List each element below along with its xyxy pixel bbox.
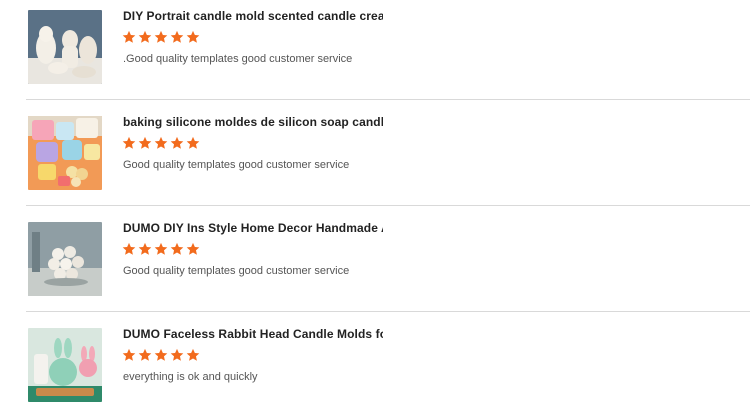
review-comment: .Good quality templates good customer se… [123,53,353,65]
star-icon [122,30,136,43]
product-title[interactable]: baking silicone moldes de silicon soap c… [123,115,383,129]
white-bubble-candle-photo [28,222,102,296]
review-item: baking silicone moldes de silicon soap c… [0,106,750,206]
product-image[interactable] [28,116,102,190]
product-image[interactable] [28,328,102,402]
product-image[interactable] [28,10,102,84]
review-item: DUMO DIY Ins Style Home Decor Handmade A… [0,212,750,312]
divider [26,205,750,206]
star-icon [138,348,152,361]
star-rating [122,348,200,364]
review-item: DUMO Faceless Rabbit Head Candle Molds f… [0,318,750,418]
star-icon [154,30,168,43]
divider [26,99,750,100]
star-icon [122,136,136,149]
star-icon [186,136,200,149]
star-icon [170,348,184,361]
colorful-bubble-cube-candles-photo [28,116,102,190]
star-rating [122,30,200,46]
review-comment: Good quality templates good customer ser… [123,265,350,277]
product-title[interactable]: DUMO DIY Ins Style Home Decor Handmade A… [123,221,383,235]
product-title[interactable]: DIY Portrait candle mold scented candle … [123,9,383,23]
star-rating [122,136,200,152]
star-icon [186,30,200,43]
white-portrait-candles-photo [28,10,102,84]
review-list: DIY Portrait candle mold scented candle … [0,0,750,402]
review-comment: everything is ok and quickly [123,371,258,383]
product-image[interactable] [28,222,102,296]
star-rating [122,242,200,258]
star-icon [122,348,136,361]
star-icon [138,242,152,255]
review-comment: Good quality templates good customer ser… [123,159,350,171]
star-icon [122,242,136,255]
star-icon [154,242,168,255]
star-icon [170,242,184,255]
star-icon [170,30,184,43]
star-icon [138,136,152,149]
star-icon [154,348,168,361]
star-icon [186,348,200,361]
star-icon [170,136,184,149]
star-icon [138,30,152,43]
product-title[interactable]: DUMO Faceless Rabbit Head Candle Molds f… [123,327,383,341]
star-icon [154,136,168,149]
rabbit-head-candles-photo [28,328,102,402]
divider [26,311,750,312]
review-item: DIY Portrait candle mold scented candle … [0,0,750,100]
star-icon [186,242,200,255]
